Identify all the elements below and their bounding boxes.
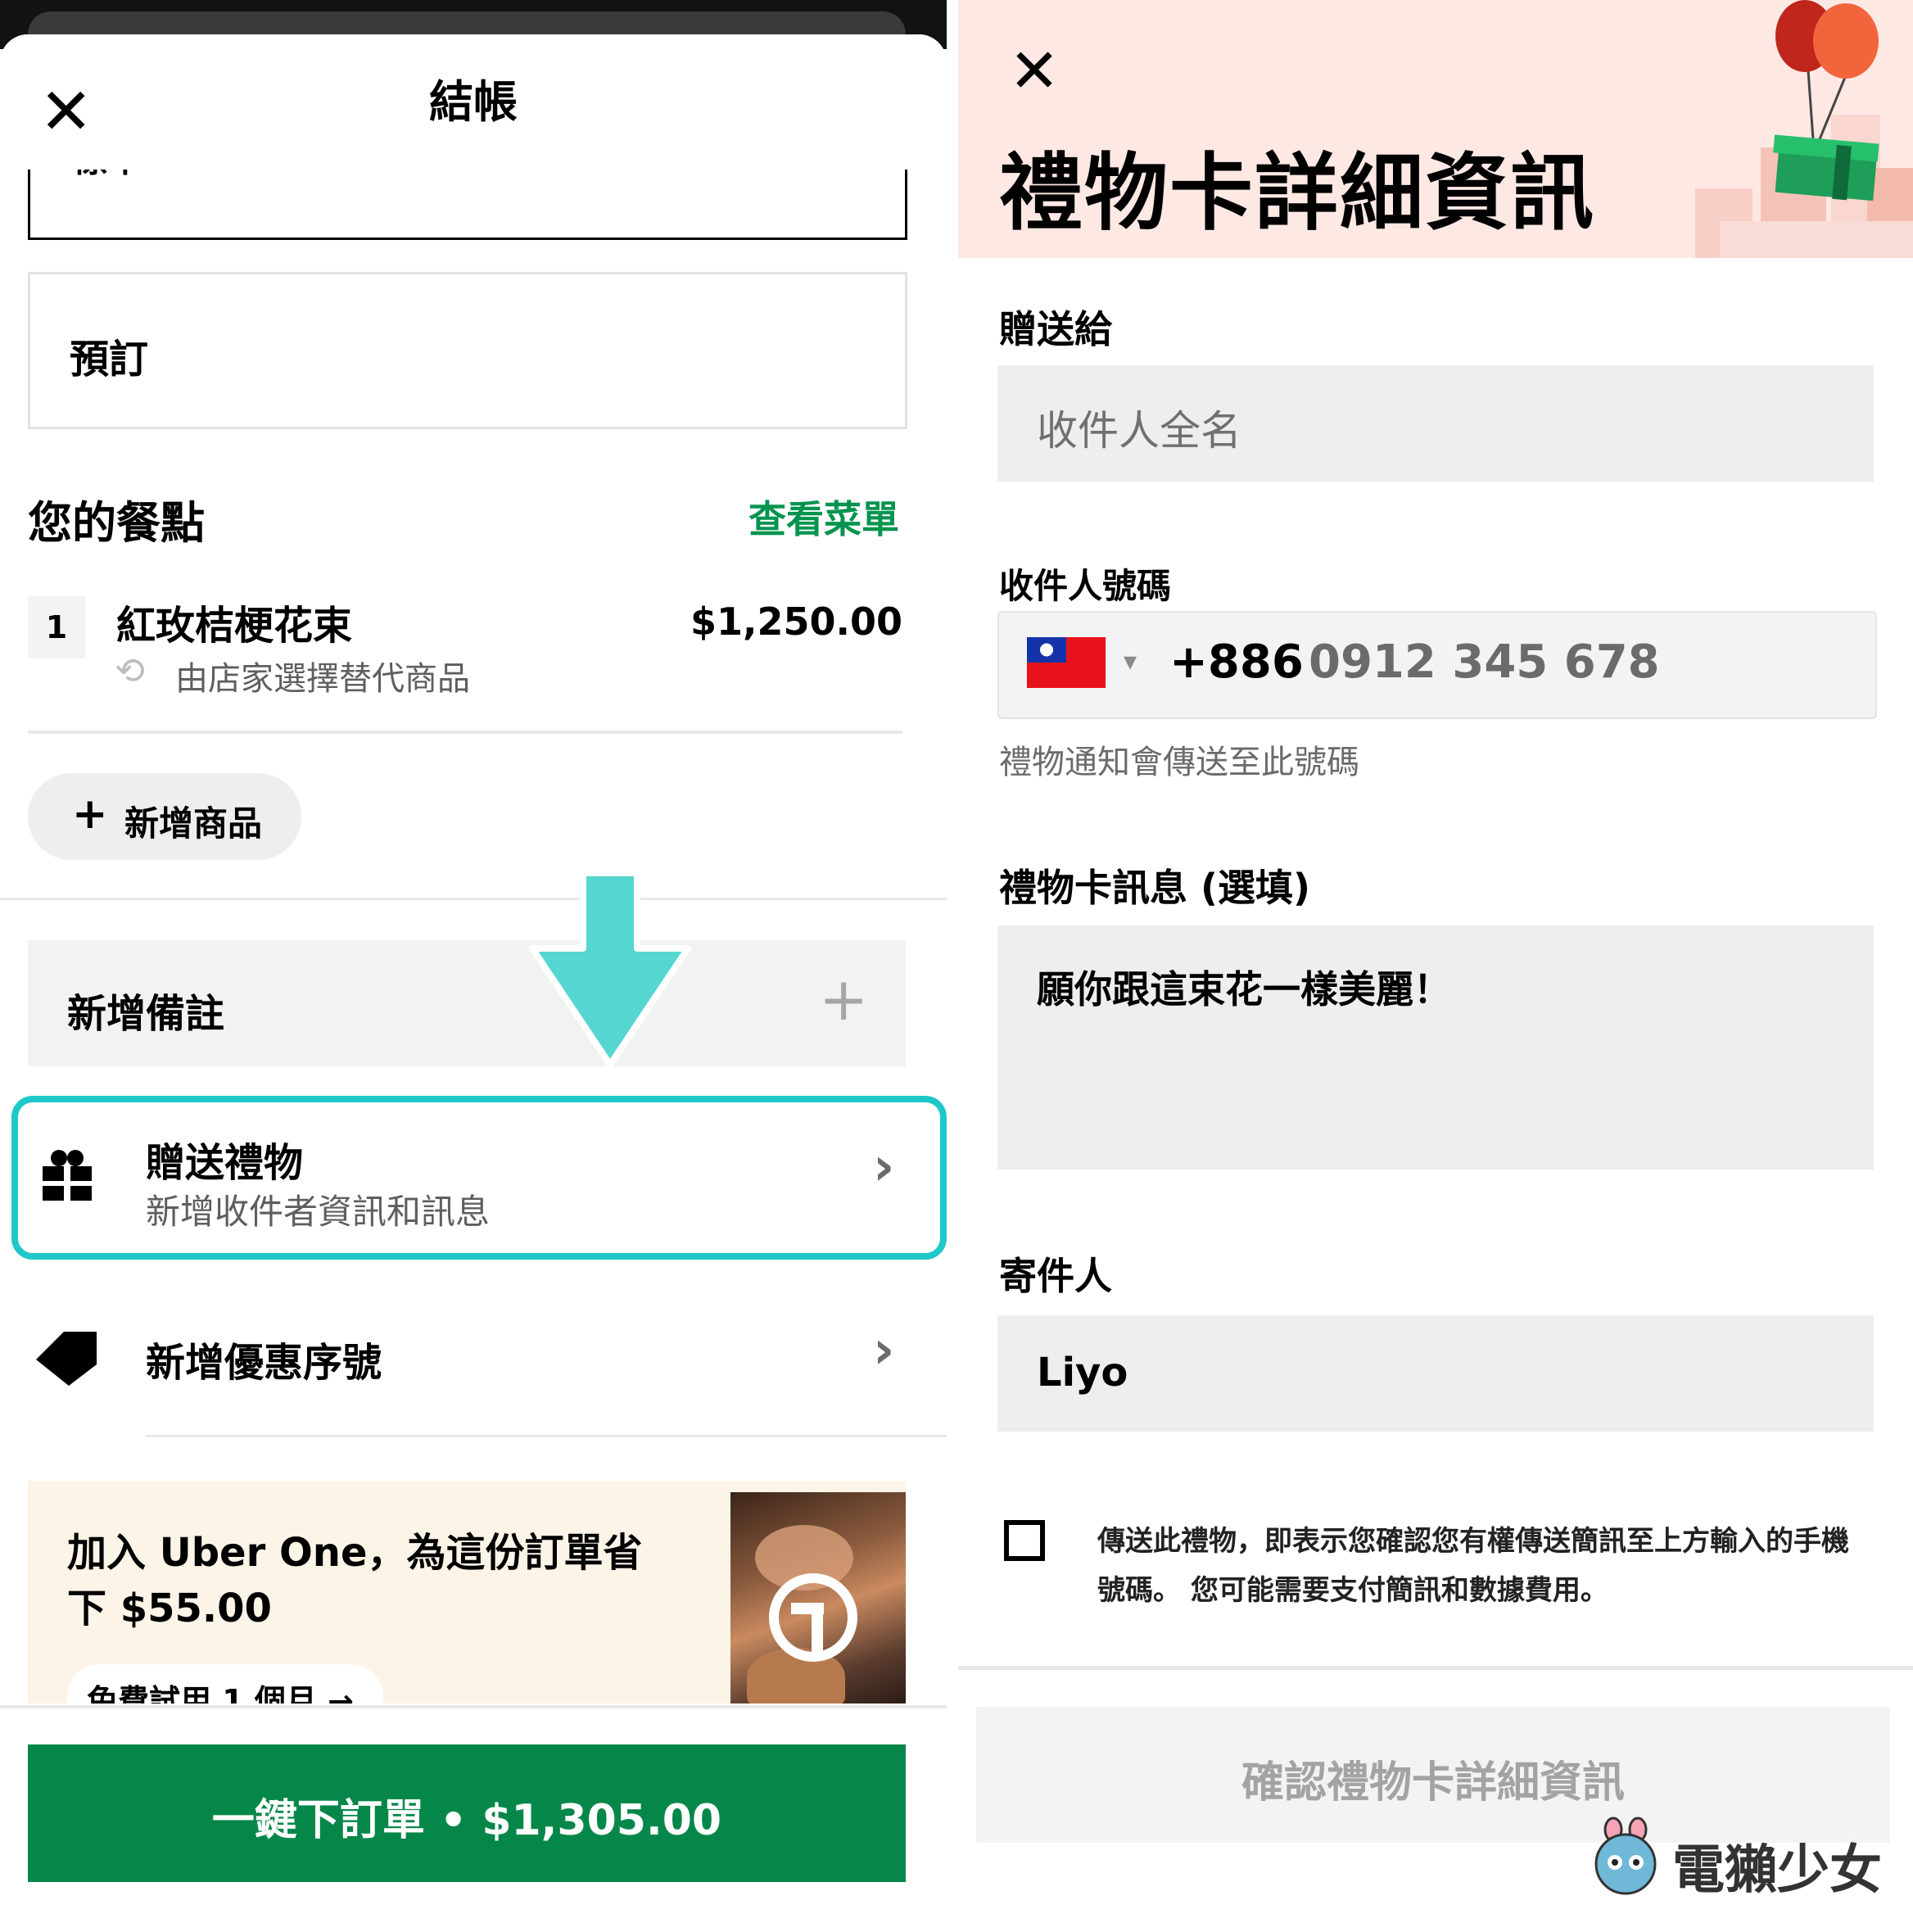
add-note-row[interactable]: 新增備註 +	[28, 940, 906, 1066]
add-item-label: 新增商品	[124, 803, 263, 844]
your-order-heading: 您的餐點	[28, 497, 205, 549]
quantity-value: 1	[45, 609, 68, 645]
sender-name-value: Liyo	[1037, 1350, 1128, 1396]
phone-placeholder: 0912 345 678	[1309, 636, 1660, 689]
plus-icon[interactable]: +	[819, 965, 868, 1034]
uber-one-logo-icon	[769, 1573, 857, 1662]
message-label: 禮物卡訊息 (選填)	[999, 866, 1311, 910]
plus-icon: +	[72, 790, 108, 839]
recipient-name-placeholder: 收件人全名	[1037, 407, 1241, 455]
divider	[958, 1666, 1913, 1670]
place-order-label: 一鍵下訂單 • $1,305.00	[211, 1796, 722, 1845]
gift-message-value: 願你跟這束花一樣美麗！	[1037, 967, 1451, 1011]
substitution-note: 由店家選擇替代商品	[175, 660, 470, 698]
country-selector[interactable]: ▾	[1027, 637, 1142, 690]
taiwan-flag-icon	[1027, 637, 1106, 688]
uber-one-card[interactable]: 加入 Uber One，為這份訂單省 下 $55.00 免費試用 1 個月 →	[28, 1481, 906, 1704]
country-code: +886	[1169, 636, 1304, 689]
view-menu-link[interactable]: 查看菜單	[748, 490, 899, 544]
close-icon[interactable]: ✕	[1009, 39, 1060, 103]
chevron-right-icon: ›	[873, 1320, 895, 1381]
add-note-label: 新增備註	[67, 991, 225, 1037]
page-title: 禮物卡詳細資訊	[999, 145, 1595, 242]
balloon-gift-illustration	[1773, 0, 1879, 201]
uber-one-line2: 下 $55.00	[67, 1586, 272, 1631]
order-item[interactable]: 1 紅玫桔梗花束 $1,250.00 ⟲ 由店家選擇替代商品	[28, 581, 902, 704]
send-gift-row[interactable]: 贈送禮物 新增收件者資訊和訊息 ›	[11, 1096, 947, 1260]
add-item-button[interactable]: + 新增商品	[28, 773, 301, 860]
checkout-screen: 標準 ✕ 結帳 預訂 您的餐點 查看菜單 1 紅玫桔梗花束 $1,250.00 …	[0, 0, 947, 1932]
gift-icon	[43, 1150, 92, 1201]
item-price: $1,250.00	[690, 600, 902, 644]
send-gift-subtitle: 新增收件者資訊和訊息	[146, 1192, 491, 1232]
page-title: 結帳	[429, 76, 518, 128]
recipient-name-input[interactable]: 收件人全名	[997, 365, 1874, 482]
divider	[28, 731, 902, 734]
divider	[146, 1435, 947, 1437]
free-trial-label: 免費試用 1 個月 →	[87, 1683, 354, 1704]
send-to-label: 贈送給	[999, 307, 1112, 351]
item-name: 紅玫桔梗花束	[116, 603, 353, 649]
tag-icon	[36, 1332, 97, 1386]
consent-text: 傳送此禮物，即表示您確認您有權傳送簡訊至上方輸入的手機號碼。 您可能需要支付簡訊…	[1097, 1525, 1849, 1607]
divider	[0, 898, 947, 900]
place-order-button[interactable]: 一鍵下訂單 • $1,305.00	[28, 1744, 906, 1882]
confirm-gift-label: 確認禮物卡詳細資訊	[1241, 1758, 1625, 1808]
chevron-right-icon: ›	[873, 1137, 895, 1197]
promo-label: 新增優惠序號	[146, 1340, 382, 1386]
quantity-badge[interactable]: 1	[28, 596, 85, 658]
promo-image	[730, 1492, 906, 1704]
watermark-text: 電獺少女	[1672, 1840, 1882, 1901]
consent-checkbox[interactable]	[1004, 1520, 1045, 1561]
schedule-option[interactable]: 預訂	[28, 272, 907, 429]
gift-card-screen: ✕ 禮物卡詳細資訊 贈送給 收件人全名 收件人號碼 ▾ +886 0912 34…	[958, 0, 1913, 1932]
phone-hint: 禮物通知會傳送至此號碼	[999, 744, 1359, 781]
schedule-option-label: 預訂	[70, 337, 149, 382]
gift-message-textarea[interactable]: 願你跟這束花一樣美麗！	[997, 925, 1874, 1170]
promo-code-row[interactable]: 新增優惠序號 ›	[0, 1278, 947, 1441]
uber-one-line1: 加入 Uber One，為這份訂單省	[67, 1530, 643, 1576]
sender-name-input[interactable]: Liyo	[997, 1315, 1874, 1432]
recipient-phone-label: 收件人號碼	[999, 566, 1172, 606]
otter-logo-icon	[1594, 1817, 1657, 1895]
refresh-icon: ⟲	[115, 650, 145, 692]
free-trial-button[interactable]: 免費試用 1 個月 →	[67, 1664, 383, 1704]
watermark: 電獺少女	[1589, 1813, 1900, 1903]
sender-label: 寄件人	[999, 1254, 1112, 1298]
chevron-down-icon: ▾	[1124, 645, 1137, 676]
recipient-phone-input[interactable]: ▾ +886 0912 345 678	[997, 611, 1877, 719]
send-gift-title: 贈送禮物	[146, 1140, 304, 1186]
down-arrow-annotation	[529, 870, 691, 1068]
